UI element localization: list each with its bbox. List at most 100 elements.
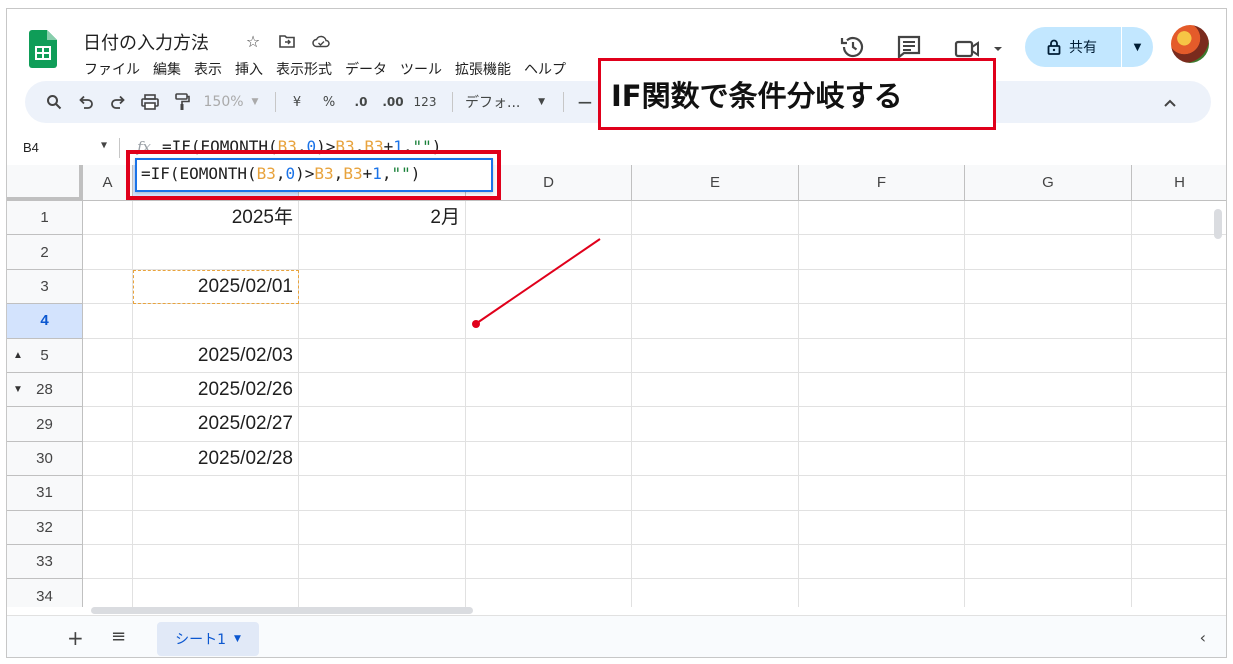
star-icon[interactable]: ☆ [241, 29, 265, 53]
cell-b5[interactable]: 2025/02/03 [133, 339, 299, 373]
row-header[interactable]: 32 [7, 510, 83, 545]
comments-icon[interactable] [895, 33, 923, 61]
search-menus-icon[interactable] [41, 88, 67, 116]
side-panel-toggle-icon[interactable]: ‹ [1200, 628, 1206, 647]
formula-bar-divider [119, 138, 120, 158]
menu-format[interactable]: 表示形式 [275, 57, 333, 81]
expand-up-icon[interactable]: ▲ [13, 350, 23, 361]
increase-decimal-button[interactable]: .00 [380, 88, 406, 116]
redo-icon[interactable] [105, 88, 131, 116]
row-header[interactable]: 33 [7, 545, 83, 580]
cell-c1[interactable]: 2月 [299, 201, 466, 235]
formula-token: , [381, 164, 392, 183]
zoom-value: 150% [203, 94, 244, 110]
row-header[interactable]: 34 [7, 579, 83, 607]
horizontal-scrollbar[interactable] [91, 607, 473, 614]
grid-line [631, 201, 632, 607]
row-number: 32 [36, 518, 53, 536]
column-header-h[interactable]: H [1132, 165, 1226, 201]
font-size-decrease-button[interactable]: − [572, 88, 598, 116]
menu-help[interactable]: ヘルプ [523, 57, 567, 81]
more-formats-button[interactable]: 123 [412, 88, 438, 116]
version-history-icon[interactable] [839, 33, 867, 61]
decrease-decimal-button[interactable]: .0 [348, 88, 374, 116]
zoom-select[interactable]: 150% ▼ [201, 88, 261, 116]
grid-line [798, 201, 799, 607]
reference-highlight-b3 [133, 269, 299, 305]
row-number: 30 [36, 449, 53, 467]
formula-token: )> [295, 164, 315, 183]
menu-file[interactable]: ファイル [83, 57, 141, 81]
menu-tools[interactable]: ツール [399, 57, 443, 81]
annotation-callout: IF関数で条件分岐する [598, 58, 996, 130]
column-header-e[interactable]: E [632, 165, 799, 201]
toolbar-divider [452, 92, 453, 112]
paint-format-icon[interactable] [169, 88, 195, 116]
title-icons: ☆ [241, 29, 333, 53]
grid-line [465, 201, 466, 607]
print-icon[interactable] [137, 88, 163, 116]
share-button[interactable]: 共有 [1025, 27, 1121, 67]
move-folder-icon[interactable] [275, 29, 299, 53]
menu-data[interactable]: データ [344, 57, 388, 81]
sheet-tab-label: シート1 [175, 632, 226, 648]
row-number: 4 [40, 312, 49, 330]
grid-line [964, 201, 965, 607]
cell-b30[interactable]: 2025/02/28 [133, 442, 299, 476]
share-dropdown-icon[interactable]: ▼ [1122, 42, 1153, 53]
font-select[interactable]: デフォ... ▼ [461, 88, 549, 116]
menu-extensions[interactable]: 拡張機能 [454, 57, 512, 81]
grid-line [298, 201, 299, 607]
add-sheet-button[interactable]: + [67, 626, 84, 650]
sheets-logo-icon[interactable] [29, 30, 57, 68]
cell-b29[interactable]: 2025/02/27 [133, 407, 299, 441]
row-header[interactable]: 29 [7, 407, 83, 442]
chevron-down-icon[interactable]: ▼ [101, 140, 107, 151]
lock-icon [1047, 39, 1061, 55]
row-header[interactable]: 1 [7, 201, 83, 236]
row-header[interactable]: ▲ 5 [7, 338, 83, 373]
row-number: 2 [40, 243, 49, 261]
cell-editor-b4[interactable]: =IF(EOMONTH(B3,0)>B3,B3+1,"") [135, 158, 493, 192]
name-box[interactable]: B4 [23, 140, 39, 155]
collapse-toolbar-icon[interactable] [1157, 89, 1183, 117]
grid-line [83, 544, 1226, 545]
row-number: 29 [36, 415, 53, 433]
row-header[interactable]: 4 [7, 304, 83, 339]
formula-token: B3 [314, 164, 334, 183]
row-header[interactable]: 31 [7, 476, 83, 511]
chevron-down-icon: ▼ [538, 97, 545, 107]
cell-b1[interactable]: 2025年 [133, 201, 299, 235]
menu-view[interactable]: 表示 [193, 57, 223, 81]
menu-edit[interactable]: 編集 [152, 57, 182, 81]
sheets-window: 日付の入力方法 ☆ ファイル 編集 表示 挿入 表示形式 データ ツール 拡張機… [6, 8, 1227, 658]
avatar[interactable] [1171, 25, 1209, 63]
menu-bar: ファイル 編集 表示 挿入 表示形式 データ ツール 拡張機能 ヘルプ [83, 57, 567, 81]
column-header-f[interactable]: F [799, 165, 965, 201]
all-sheets-button[interactable]: ≡ [111, 626, 126, 647]
sheet-tab[interactable]: シート1 ▼ [157, 622, 259, 656]
select-all-corner[interactable] [7, 165, 83, 201]
spreadsheet-grid: ABCDEFGH12025年2月232025/02/014▲52025/02/0… [7, 165, 1226, 607]
expand-down-icon[interactable]: ▼ [13, 384, 23, 395]
row-header[interactable]: 3 [7, 269, 83, 305]
cloud-saved-icon[interactable] [309, 29, 333, 53]
vertical-scrollbar[interactable] [1214, 209, 1222, 239]
cell-b28[interactable]: 2025/02/26 [133, 373, 299, 407]
document-title[interactable]: 日付の入力方法 [83, 29, 209, 55]
undo-icon[interactable] [73, 88, 99, 116]
formula-token: + [362, 164, 373, 183]
percent-format-button[interactable]: % [316, 88, 342, 116]
grid-line [1131, 201, 1132, 607]
row-header[interactable]: 2 [7, 235, 83, 270]
formula-token: , [333, 164, 344, 183]
row-number: 31 [36, 484, 53, 502]
row-header[interactable]: 30 [7, 441, 83, 477]
grid-line [83, 509, 1226, 511]
sheet-tabs-bar: + ≡ シート1 ▼ ‹ [7, 615, 1226, 657]
currency-format-button[interactable]: ¥ [284, 88, 310, 116]
menu-insert[interactable]: 挿入 [234, 57, 264, 81]
row-header[interactable]: ▼ 28 [7, 373, 83, 408]
column-header-g[interactable]: G [965, 165, 1132, 201]
share-label: 共有 [1069, 40, 1097, 56]
